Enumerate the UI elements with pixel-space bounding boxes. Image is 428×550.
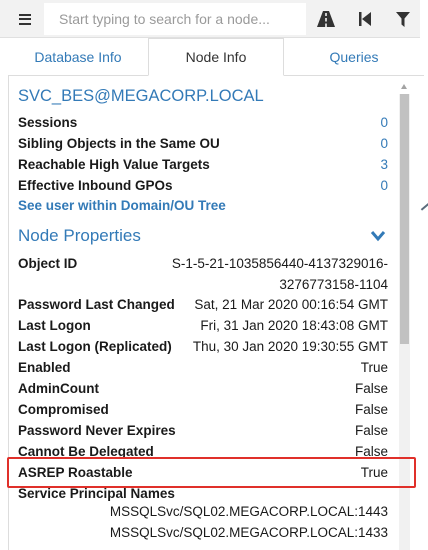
summary-row-sibling-objects: Sibling Objects in the Same OU 0 [18, 133, 388, 154]
scroll-up-arrow[interactable] [401, 84, 407, 89]
property-row-asrep-roastable: ASREP Roastable True [18, 462, 388, 483]
property-label: Service Principal Names [18, 486, 175, 501]
chevron-down-icon[interactable] [370, 229, 386, 243]
summary-label: Sessions [18, 115, 78, 130]
property-label: Last Logon (Replicated) [18, 339, 172, 354]
spn-value: MSSQLSvc/SQL02.MEGACORP.LOCAL:1443 [109, 504, 388, 519]
property-value: False [354, 381, 388, 396]
property-label: ASREP Roastable [18, 465, 133, 480]
summary-value[interactable]: 3 [380, 157, 388, 172]
property-value: False [354, 423, 388, 438]
tab-queries[interactable]: Queries [284, 38, 424, 76]
hamburger-icon [19, 13, 31, 25]
property-value: False [354, 402, 388, 417]
back-button[interactable] [355, 9, 375, 29]
property-row: Password Last Changed Sat, 21 Mar 2020 0… [18, 294, 388, 315]
property-label: Last Logon [18, 318, 91, 333]
road-icon [317, 11, 335, 27]
menu-button[interactable] [14, 8, 36, 30]
property-row-object-id: Object ID S-1-5-21-1035856440-4137329016… [18, 253, 388, 295]
property-row: Compromised False [18, 399, 388, 420]
summary-value[interactable]: 0 [380, 136, 388, 151]
step-backward-icon [359, 12, 371, 26]
property-label: Password Never Expires [18, 423, 176, 438]
summary-label: Reachable High Value Targets [18, 157, 210, 172]
panel-tabs: Database Info Node Info Queries [8, 38, 424, 76]
property-row: Last Logon (Replicated) Thu, 30 Jan 2020… [18, 336, 388, 357]
property-row: AdminCount False [18, 378, 388, 399]
property-row: Enabled True [18, 357, 388, 378]
property-row-spn: Service Principal Names [18, 483, 388, 504]
property-value: Fri, 31 Jan 2020 18:43:08 GMT [200, 318, 388, 333]
pathfinding-button[interactable] [316, 9, 336, 29]
property-value: Thu, 30 Jan 2020 19:30:55 GMT [192, 339, 388, 354]
property-label: Object ID [18, 256, 78, 271]
summary-row-high-value-targets: Reachable High Value Targets 3 [18, 154, 388, 175]
filter-button[interactable] [393, 9, 413, 29]
filter-icon [396, 11, 410, 27]
node-properties-header[interactable]: Node Properties [18, 226, 141, 246]
domain-tree-link[interactable]: See user within Domain/OU Tree [18, 198, 226, 213]
tab-node-info[interactable]: Node Info [148, 38, 284, 76]
node-info-panel: Database Info Node Info Queries SVC_BES@… [0, 0, 424, 550]
node-name: SVC_BES@MEGACORP.LOCAL [18, 87, 264, 105]
summary-row-sessions: Sessions 0 [18, 112, 388, 133]
summary-value[interactable]: 0 [380, 115, 388, 130]
tab-database-info[interactable]: Database Info [8, 38, 148, 76]
summary-row-inbound-gpos: Effective Inbound GPOs 0 [18, 175, 388, 196]
property-value: S-1-5-21-1035856440-4137329016-327677315… [171, 256, 388, 292]
scrollbar-thumb[interactable] [400, 94, 409, 344]
property-label: Password Last Changed [18, 297, 175, 312]
summary-value[interactable]: 0 [380, 178, 388, 193]
property-value: True [360, 360, 388, 375]
property-label: Enabled [18, 360, 71, 375]
search-bar [0, 0, 420, 38]
spn-value: MSSQLSvc/SQL02.MEGACORP.LOCAL:1433 [109, 525, 388, 540]
property-row: Password Never Expires False [18, 420, 388, 441]
property-value: True [360, 465, 388, 480]
search-input[interactable] [44, 3, 306, 35]
summary-label: Effective Inbound GPOs [18, 178, 173, 193]
property-label: AdminCount [18, 381, 99, 396]
property-label: Compromised [18, 402, 109, 417]
summary-label: Sibling Objects in the Same OU [18, 136, 220, 151]
property-row: Last Logon Fri, 31 Jan 2020 18:43:08 GMT [18, 315, 388, 336]
property-value: Sat, 21 Mar 2020 00:16:54 GMT [194, 297, 388, 312]
